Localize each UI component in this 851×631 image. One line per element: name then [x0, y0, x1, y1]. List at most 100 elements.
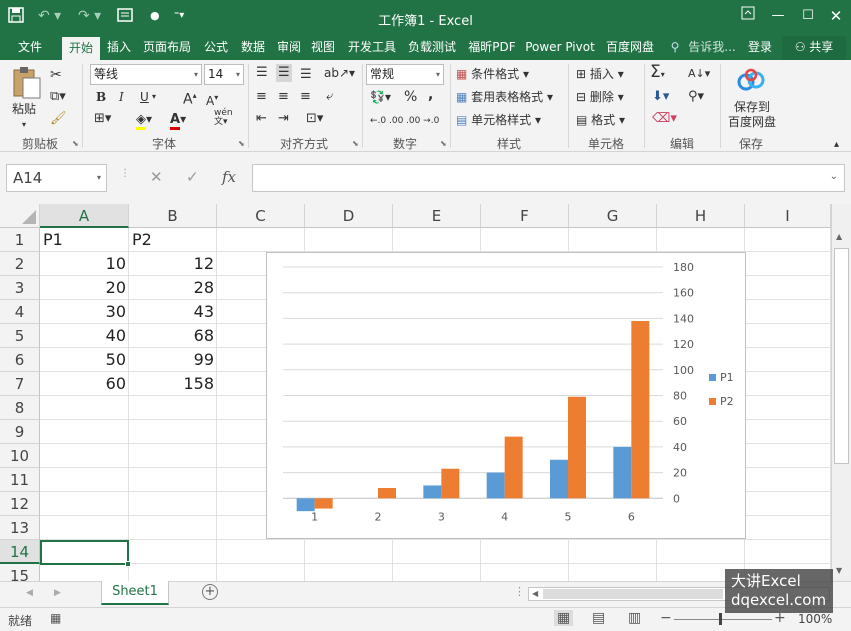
number-format-select[interactable]: 常规 ▾: [366, 64, 444, 85]
align-center-icon[interactable]: ≡: [278, 88, 289, 106]
close-icon[interactable]: ✕: [826, 6, 846, 26]
underline-button[interactable]: U: [140, 88, 149, 106]
decrease-indent-icon[interactable]: ⇤: [256, 110, 267, 128]
save-to-baidu-button[interactable]: 保存到 百度网盘: [726, 100, 778, 130]
cell-b7[interactable]: 158: [129, 372, 217, 396]
cell-b6[interactable]: 99: [129, 348, 217, 372]
copy-icon[interactable]: ⧉▾: [50, 88, 66, 106]
bottom-align-icon[interactable]: ☰: [300, 66, 312, 84]
top-align-icon[interactable]: ☰: [256, 64, 268, 82]
maximize-icon[interactable]: ☐: [798, 6, 818, 26]
expand-formula-icon[interactable]: ⌄: [830, 171, 838, 182]
zoom-slider-thumb[interactable]: [719, 613, 722, 625]
increase-indent-icon[interactable]: ⇥: [278, 110, 289, 128]
format-painter-icon[interactable]: 🖌: [50, 110, 67, 128]
tab-data[interactable]: 数据: [236, 36, 270, 60]
macro-record-icon[interactable]: ▦: [50, 611, 61, 625]
cell-b4[interactable]: 43: [129, 300, 217, 324]
conditional-formatting-button[interactable]: ▦ 条件格式 ▾: [456, 65, 529, 83]
decrease-decimal-icon[interactable]: .00 →.0: [406, 112, 439, 130]
font-launcher-icon[interactable]: ⬊: [238, 139, 245, 148]
tab-formulas[interactable]: 公式: [199, 36, 233, 60]
row-header-7[interactable]: 7: [0, 372, 40, 396]
wrap-text-icon[interactable]: ⤶: [326, 88, 333, 106]
fill-color-icon[interactable]: ◈▾: [136, 110, 152, 130]
shrink-font-button[interactable]: A▾: [206, 89, 218, 110]
align-right-icon[interactable]: ≡: [300, 88, 311, 106]
page-break-view-icon[interactable]: ▥: [628, 610, 641, 626]
page-layout-view-icon[interactable]: ▤: [592, 610, 605, 626]
select-all-corner[interactable]: [0, 204, 40, 228]
cell-b5[interactable]: 68: [129, 324, 217, 348]
cell-a6[interactable]: 50: [40, 348, 129, 372]
sheet-tab-sheet1[interactable]: Sheet1: [101, 581, 169, 605]
fill-handle[interactable]: [125, 561, 131, 567]
orientation-icon[interactable]: ab↗▾: [324, 64, 355, 82]
column-header-h[interactable]: H: [657, 204, 745, 228]
tab-view[interactable]: 视图: [306, 36, 340, 60]
cut-icon[interactable]: ✂: [50, 66, 62, 84]
find-select-icon[interactable]: ⚲▾: [688, 88, 704, 106]
tab-baidu-netdisk[interactable]: 百度网盘: [601, 36, 659, 60]
login-button[interactable]: 登录: [744, 36, 776, 60]
next-sheet-icon[interactable]: ▶: [54, 588, 61, 598]
tab-review[interactable]: 审阅: [272, 36, 306, 60]
minimize-icon[interactable]: —: [768, 6, 788, 26]
row-header-9[interactable]: 9: [0, 420, 40, 444]
column-header-i[interactable]: I: [745, 204, 831, 228]
column-header-d[interactable]: D: [305, 204, 393, 228]
autosum-icon[interactable]: Σ▾: [650, 63, 665, 84]
cell-a2[interactable]: 10: [40, 252, 129, 276]
row-header-8[interactable]: 8: [0, 396, 40, 420]
row-header-14[interactable]: 14: [0, 540, 40, 564]
tab-home[interactable]: 开始: [62, 37, 100, 60]
cell-a4[interactable]: 30: [40, 300, 129, 324]
italic-button[interactable]: I: [119, 88, 124, 106]
formula-input[interactable]: ⌄: [252, 164, 845, 192]
cell-b1[interactable]: P2: [129, 228, 217, 252]
align-left-icon[interactable]: ≡: [256, 88, 267, 106]
font-color-icon[interactable]: A▾: [170, 110, 186, 130]
scroll-down-icon[interactable]: ▼: [836, 566, 842, 575]
borders-icon[interactable]: ⊞▾: [94, 110, 111, 128]
comma-button[interactable]: ,: [428, 86, 433, 104]
tab-insert[interactable]: 插入: [102, 36, 136, 60]
insert-function-icon[interactable]: fx: [222, 168, 236, 186]
normal-view-icon[interactable]: ▦: [554, 610, 574, 626]
cancel-icon[interactable]: ✕: [150, 168, 163, 186]
increase-decimal-icon[interactable]: ←.0 .00: [370, 112, 403, 130]
tab-developer[interactable]: 开发工具: [343, 36, 401, 60]
enter-icon[interactable]: ✓: [186, 168, 199, 186]
row-header-1[interactable]: 1: [0, 228, 40, 252]
row-header-11[interactable]: 11: [0, 468, 40, 492]
prev-sheet-icon[interactable]: ◀: [26, 588, 33, 598]
format-as-table-button[interactable]: ▦ 套用表格格式 ▾: [456, 88, 553, 106]
alignment-launcher-icon[interactable]: ⬊: [352, 139, 359, 148]
tab-foxit-pdf[interactable]: 福昕PDF: [463, 36, 521, 60]
row-header-13[interactable]: 13: [0, 516, 40, 540]
tab-load-test[interactable]: 负载测试: [403, 36, 461, 60]
share-button[interactable]: ⚇ 共享: [782, 36, 846, 60]
clipboard-launcher-icon[interactable]: ⬊: [72, 139, 79, 148]
column-header-c[interactable]: C: [217, 204, 305, 228]
sort-filter-icon[interactable]: A↓▾: [688, 65, 710, 83]
number-launcher-icon[interactable]: ⬊: [440, 139, 447, 148]
chart[interactable]: 180 160 140 120 100 80 60 40 20 0 1 2 3 4 5 6 P1 P2: [266, 252, 746, 539]
cell-a5[interactable]: 40: [40, 324, 129, 348]
paste-dropdown-icon[interactable]: ▾: [22, 116, 26, 134]
cell-styles-button[interactable]: ▤ 单元格样式 ▾: [456, 111, 541, 129]
cell-a1[interactable]: P1: [40, 228, 129, 252]
row-header-6[interactable]: 6: [0, 348, 40, 372]
row-header-5[interactable]: 5: [0, 324, 40, 348]
bold-button[interactable]: B: [96, 88, 106, 106]
insert-cells-button[interactable]: ⊞ 插入 ▾: [576, 65, 624, 83]
format-cells-button[interactable]: ▤ 格式 ▾: [576, 111, 625, 129]
percent-button[interactable]: %: [404, 88, 417, 106]
tell-me-input[interactable]: 告诉我...: [684, 36, 740, 60]
cell-a7[interactable]: 60: [40, 372, 129, 396]
column-header-b[interactable]: B: [129, 204, 217, 228]
row-header-12[interactable]: 12: [0, 492, 40, 516]
zoom-level[interactable]: 100%: [798, 612, 832, 626]
tab-file[interactable]: 文件: [10, 36, 50, 60]
accounting-format-icon[interactable]: 💱▾: [370, 88, 391, 106]
